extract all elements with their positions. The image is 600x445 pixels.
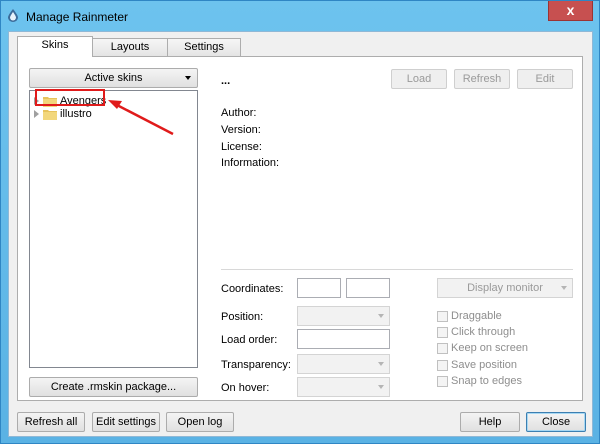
checkbox-label: Snap to edges <box>451 375 522 387</box>
edit-settings-label: Edit settings <box>96 416 156 428</box>
position-label: Position: <box>221 311 264 323</box>
checkbox-box[interactable] <box>437 327 448 338</box>
annotation-highlight-box <box>35 89 105 106</box>
checkbox-label: Save position <box>451 359 518 371</box>
help-label: Help <box>478 416 502 428</box>
checkbox-box[interactable] <box>437 376 448 387</box>
tree-item-label: illustro <box>60 108 92 120</box>
dropdown-arrow-icon <box>378 385 384 389</box>
expand-arrow-icon[interactable] <box>34 110 39 118</box>
edit-button[interactable]: Edit <box>517 69 573 89</box>
dropdown-arrow-icon <box>185 76 191 80</box>
load-order-input[interactable] <box>297 329 390 349</box>
checkbox-label: Click through <box>451 326 516 338</box>
display-monitor-label: Display monitor <box>467 282 543 294</box>
refresh-all-button[interactable]: Refresh all <box>17 412 85 432</box>
settings-separator <box>221 269 573 270</box>
dropdown-arrow-icon <box>378 314 384 318</box>
tab-skins[interactable]: Skins <box>17 36 93 57</box>
author-label: Author: <box>221 107 257 119</box>
refresh-all-label: Refresh all <box>24 416 78 428</box>
transparency-label: Transparency: <box>221 359 291 371</box>
information-label: Information: <box>221 157 280 169</box>
folder-icon <box>43 110 57 120</box>
license-label: License: <box>221 141 262 153</box>
display-monitor-dropdown[interactable]: Display monitor <box>437 278 573 298</box>
active-skins-button[interactable]: Active skins <box>29 68 198 88</box>
load-label: Load <box>406 73 432 85</box>
help-button[interactable]: Help <box>460 412 520 432</box>
skins-tree[interactable]: Avengers illustro <box>29 90 198 368</box>
open-log-button[interactable]: Open log <box>166 412 234 432</box>
coordinate-y-input[interactable] <box>346 278 390 298</box>
tab-settings[interactable]: Settings <box>167 38 241 56</box>
coordinates-label: Coordinates: <box>221 283 284 295</box>
on-hover-label: On hover: <box>221 382 270 394</box>
create-rmskin-package-button[interactable]: Create .rmskin package... <box>29 377 198 397</box>
tab-layouts[interactable]: Layouts <box>92 38 168 56</box>
checkbox-box[interactable] <box>437 311 448 322</box>
refresh-label: Refresh <box>462 73 502 85</box>
close-label: Close <box>541 416 571 428</box>
close-icon: x <box>566 2 575 18</box>
load-button[interactable]: Load <box>391 69 447 89</box>
title-bar[interactable]: Manage Rainmeter x <box>1 1 599 29</box>
coordinate-x-input[interactable] <box>297 278 341 298</box>
refresh-button[interactable]: Refresh <box>454 69 510 89</box>
load-order-label: Load order: <box>221 334 278 346</box>
dropdown-arrow-icon <box>378 362 384 366</box>
tab-settings-label: Settings <box>184 41 224 53</box>
checkbox-box[interactable] <box>437 360 448 371</box>
checkbox-label: Draggable <box>451 310 502 322</box>
close-button[interactable]: Close <box>526 412 586 432</box>
checkbox-box[interactable] <box>437 343 448 354</box>
on-hover-dropdown[interactable] <box>297 377 390 397</box>
tab-skins-label: Skins <box>41 39 69 51</box>
position-dropdown[interactable] <box>297 306 390 326</box>
open-log-label: Open log <box>177 416 223 428</box>
skins-tab-panel: Active skins Avengers illustro Create .r… <box>17 56 583 401</box>
manage-rainmeter-window: Manage Rainmeter x Skins Layouts Setting… <box>0 0 600 444</box>
window-close-button[interactable]: x <box>548 1 593 21</box>
checkbox-label: Keep on screen <box>451 342 529 354</box>
create-package-label: Create .rmskin package... <box>50 381 177 393</box>
window-title: Manage Rainmeter <box>26 10 129 24</box>
active-skins-label: Active skins <box>84 72 143 84</box>
tab-layouts-label: Layouts <box>110 41 150 53</box>
transparency-dropdown[interactable] <box>297 354 390 374</box>
edit-settings-button[interactable]: Edit settings <box>92 412 160 432</box>
skin-name: ... <box>221 75 231 87</box>
dropdown-arrow-icon <box>561 286 567 290</box>
rainmeter-drop-icon <box>8 9 18 22</box>
edit-label: Edit <box>535 73 555 85</box>
version-label: Version: <box>221 124 261 136</box>
